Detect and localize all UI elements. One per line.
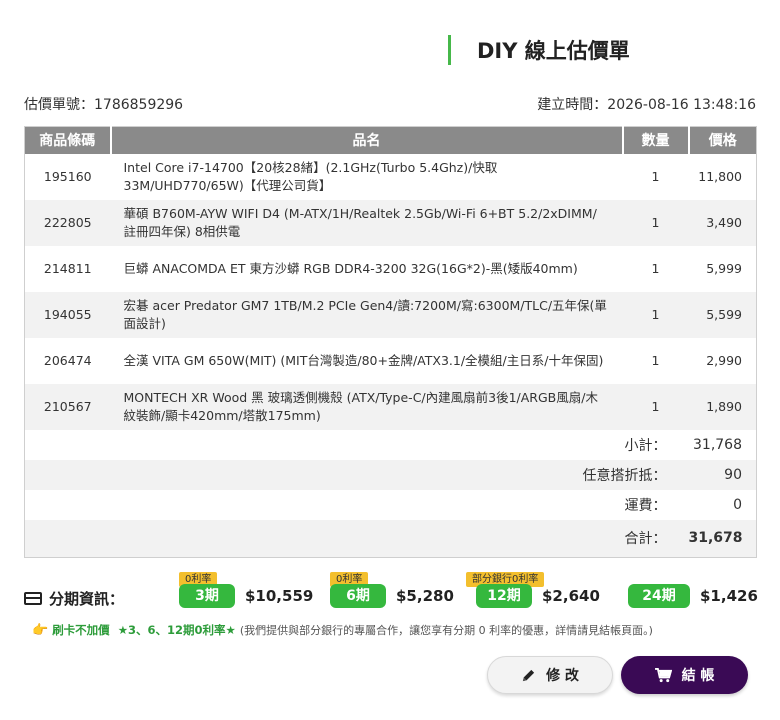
product-code: 214811 — [43, 261, 92, 276]
plan-period-button[interactable]: 6期 — [330, 584, 386, 608]
product-price: 3,490 — [688, 199, 757, 246]
subtotal-label: 小計： — [624, 437, 667, 454]
shipping-value: 0 — [733, 496, 742, 513]
quote-table: 商品條碼 品名 數量 價格 195160 Intel Core i7-14700… — [24, 126, 757, 558]
total-value: 31,678 — [688, 519, 757, 558]
plan-amount: $10,559 — [245, 587, 314, 605]
promo-no-surcharge: 刷卡不加價 — [52, 623, 110, 637]
table-header-row: 商品條碼 品名 數量 價格 — [24, 126, 757, 154]
discount-value: 90 — [688, 459, 757, 490]
table-row: 206474 全漢 VITA GM 650W(MIT) (MIT台灣製造/80+… — [25, 338, 757, 384]
page-header: DIY 線上估價單 — [448, 34, 630, 66]
product-price: 11,800 — [698, 169, 742, 184]
title-accent-bar — [448, 35, 451, 65]
promo-description: (我們提供與部分銀行的專屬合作，讓您享有分期 0 利率的優惠，詳情請見結帳頁面。… — [239, 624, 653, 637]
table-row: 210567 MONTECH XR Wood 黑 玻璃透側機殼 (ATX/Typ… — [24, 383, 757, 430]
installment-label-text: 分期資訊： — [49, 590, 125, 608]
product-price: 1,890 — [688, 383, 757, 430]
created-time: 建立時間：2026-08-16 13:48:16 — [537, 97, 756, 113]
product-code: 206474 — [43, 353, 92, 368]
plan-amount: $5,280 — [396, 587, 454, 605]
edit-button-label: 修 改 — [546, 668, 579, 684]
product-price: 5,999 — [706, 261, 742, 276]
installment-section: 分期資訊： 0利率 3期 $10,559 0利率 6期 $5,280 部分銀行0… — [24, 570, 758, 614]
pencil-icon — [521, 668, 536, 683]
shipping-row: 運費： 0 — [25, 490, 757, 520]
product-name: 華碩 B760M-AYW WIFI D4 (M-ATX/1H/Realtek 2… — [110, 199, 623, 246]
plan-period-button[interactable]: 24期 — [628, 584, 690, 608]
plan-amount: $1,426 — [700, 587, 758, 605]
header-qty: 數量 — [622, 126, 690, 154]
cart-icon — [654, 667, 672, 683]
table-row: 195160 Intel Core i7-14700【20核28緒】(2.1GH… — [25, 154, 757, 200]
page-title: DIY 線上估價單 — [477, 39, 630, 63]
subtotal-row: 小計： 31,768 — [25, 430, 757, 460]
product-name: MONTECH XR Wood 黑 玻璃透側機殼 (ATX/Type-C/內建風… — [110, 383, 623, 430]
installment-label: 分期資訊： — [24, 588, 124, 609]
plan-period-button[interactable]: 3期 — [179, 584, 235, 608]
product-code: 210567 — [24, 383, 111, 430]
total-label: 合計： — [24, 519, 689, 558]
shipping-label: 運費： — [624, 497, 667, 514]
header-name: 品名 — [110, 126, 624, 154]
table-row: 194055 宏碁 acer Predator GM7 1TB/M.2 PCIe… — [24, 291, 757, 338]
credit-card-icon — [24, 592, 42, 605]
product-qty: 1 — [622, 291, 689, 338]
total-row: 合計： 31,678 — [24, 519, 757, 558]
product-name: 巨蟒 ANACOMDA ET 東方沙蟒 RGB DDR4-3200 32G(16… — [123, 260, 578, 276]
checkout-button-label: 結 帳 — [681, 668, 715, 684]
product-qty: 1 — [651, 169, 660, 184]
pointing-hand-icon: 👉 — [32, 622, 49, 638]
product-code: 194055 — [24, 291, 111, 338]
product-name: 全漢 VITA GM 650W(MIT) (MIT台灣製造/80+金牌/ATX3… — [123, 352, 604, 368]
product-price: 2,990 — [706, 353, 742, 368]
product-qty: 1 — [622, 383, 689, 430]
quote-number: 估價單號：1786859296 — [24, 97, 184, 113]
plan-period-button[interactable]: 12期 — [476, 584, 532, 608]
promo-note: 👉 刷卡不加價 ★3、6、12期0利率★ (我們提供與部分銀行的專屬合作，讓您享… — [32, 622, 653, 638]
product-code: 222805 — [24, 199, 111, 246]
header-price: 價格 — [688, 126, 757, 154]
table-row: 214811 巨蟒 ANACOMDA ET 東方沙蟒 RGB DDR4-3200… — [25, 246, 757, 292]
product-name: Intel Core i7-14700【20核28緒】(2.1GHz(Turbo… — [123, 159, 498, 193]
product-qty: 1 — [651, 353, 660, 368]
table-row: 222805 華碩 B760M-AYW WIFI D4 (M-ATX/1H/Re… — [24, 199, 757, 246]
plan-amount: $2,640 — [542, 587, 600, 605]
product-qty: 1 — [622, 199, 689, 246]
subtotal-value: 31,768 — [693, 436, 742, 453]
discount-row: 任意搭折抵： 90 — [24, 459, 757, 490]
discount-label: 任意搭折抵： — [24, 459, 689, 490]
checkout-button[interactable]: 結 帳 — [621, 656, 748, 694]
product-name: 宏碁 acer Predator GM7 1TB/M.2 PCIe Gen4/讀… — [110, 291, 623, 338]
product-qty: 1 — [651, 261, 660, 276]
product-price: 5,599 — [688, 291, 757, 338]
header-code: 商品條碼 — [24, 126, 112, 154]
product-code: 195160 — [43, 169, 92, 184]
promo-zero-interest: ★3、6、12期0利率★ — [117, 623, 236, 637]
edit-button[interactable]: 修 改 — [487, 656, 613, 694]
